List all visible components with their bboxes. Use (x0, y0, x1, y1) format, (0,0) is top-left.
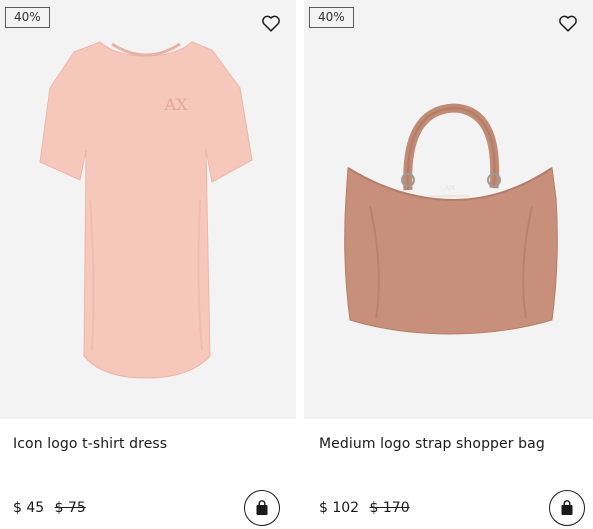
wishlist-heart-icon[interactable] (557, 12, 579, 34)
product-name[interactable]: Icon logo t-shirt dress (13, 436, 167, 452)
product-image-area[interactable]: A|X 40% (304, 0, 593, 419)
product-card[interactable]: AX 40% Icon logo t-shirt dress $ 45 $ 75 (0, 0, 296, 529)
price-current: $ 45 (13, 500, 45, 516)
product-image-tshirt-dress[interactable]: AX (0, 0, 296, 419)
product-image-area[interactable]: AX 40% (0, 0, 296, 419)
product-image-shopper-bag[interactable]: A|X (304, 0, 593, 419)
add-to-bag-button[interactable] (244, 490, 280, 526)
shopping-bag-icon (561, 500, 573, 515)
discount-badge: 40% (5, 7, 50, 28)
wishlist-heart-icon[interactable] (260, 12, 282, 34)
add-to-bag-button[interactable] (549, 490, 585, 526)
price-row: $ 45 $ 75 (13, 500, 86, 516)
product-card[interactable]: A|X 40% Medium logo strap shopper bag $ … (304, 0, 593, 529)
price-row: $ 102 $ 170 (319, 500, 410, 516)
price-current: $ 102 (319, 500, 360, 516)
price-original: $ 75 (54, 500, 86, 516)
svg-text:A|X: A|X (445, 185, 455, 192)
svg-text:AX: AX (164, 95, 189, 114)
shopping-bag-icon (256, 500, 268, 515)
discount-badge: 40% (309, 7, 354, 28)
price-original: $ 170 (369, 500, 410, 516)
product-name[interactable]: Medium logo strap shopper bag (319, 436, 545, 452)
